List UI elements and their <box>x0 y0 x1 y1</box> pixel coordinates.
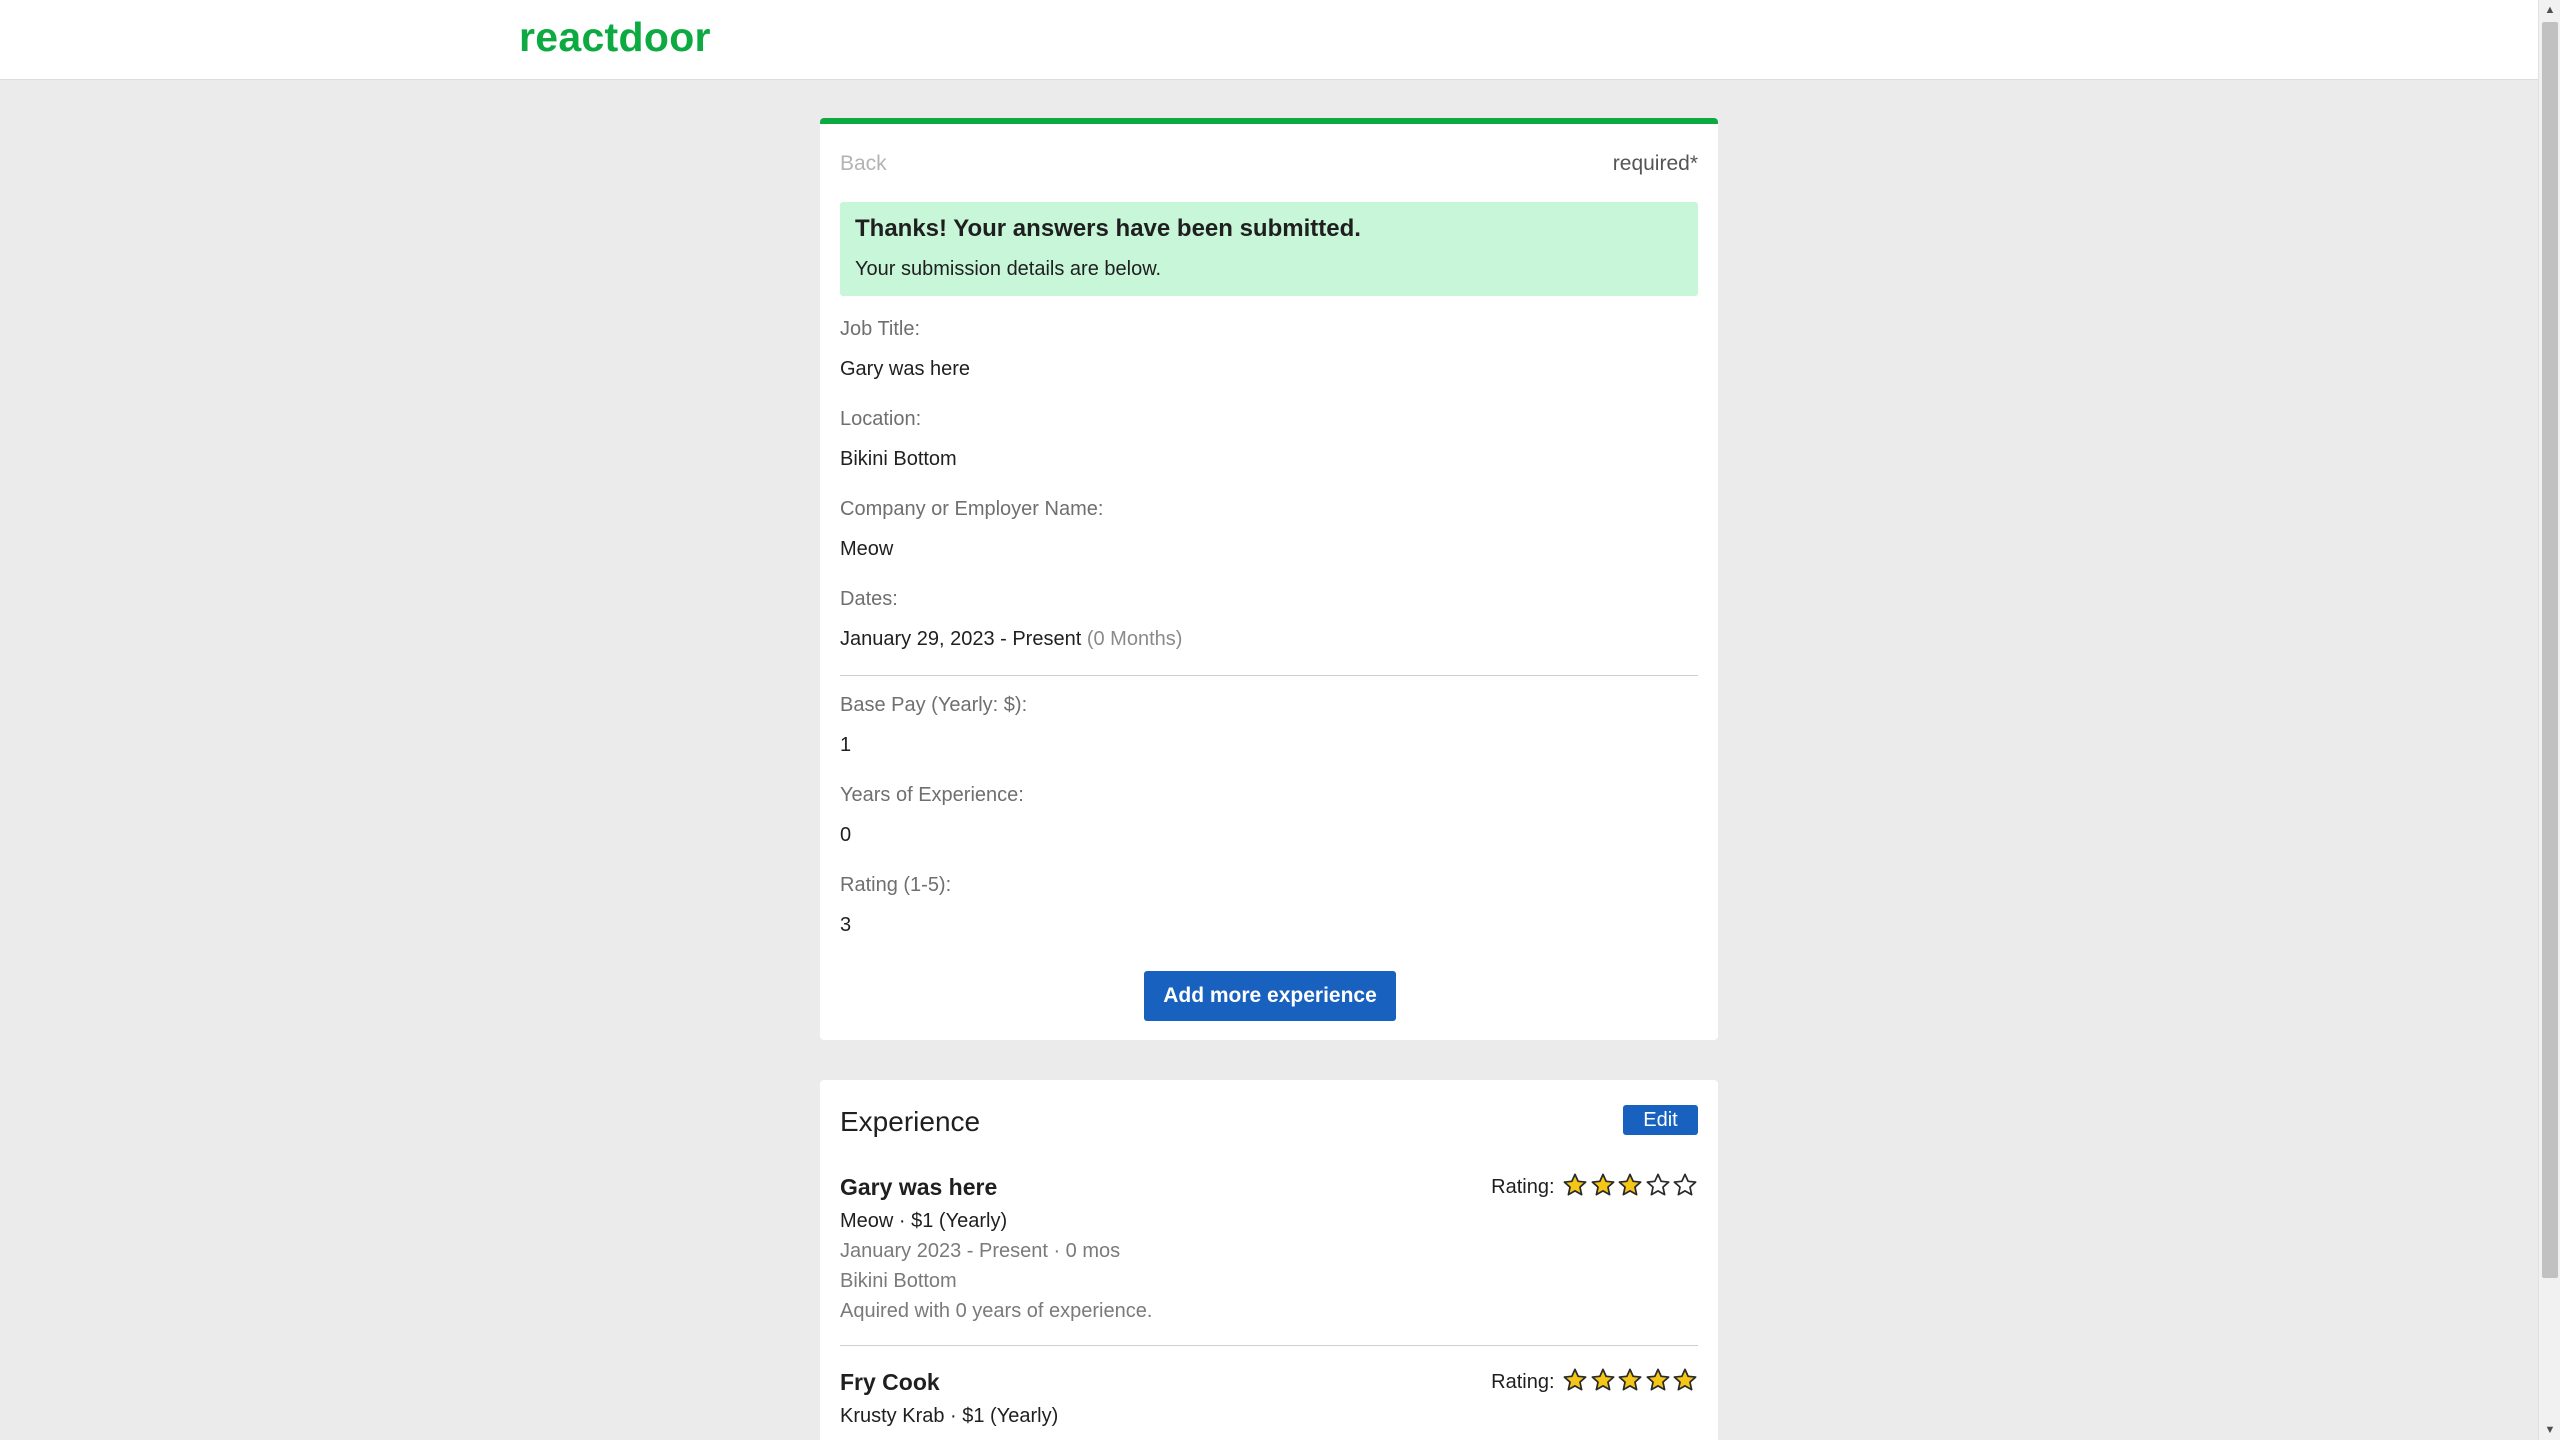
page: reactdoor Back required* Thanks! Your an… <box>0 0 2560 1440</box>
dates-value: January 29, 2023 - Present (0 Months) <box>840 628 1182 651</box>
success-title: Thanks! Your answers have been submitted… <box>855 215 1361 242</box>
experience-item-dates: January 2023 - Present · 0 mos <box>840 1240 1121 1262</box>
star-outline-icon <box>1646 1173 1669 1196</box>
location-label: Location: <box>840 408 922 430</box>
scroll-up-arrow-icon[interactable]: ▲ <box>2539 0 2560 20</box>
experience-item-title: Fry Cook <box>840 1369 940 1395</box>
rating-text: Rating: <box>1491 1371 1555 1393</box>
experience-item-company-pay: Meow · $1 (Yearly) <box>840 1210 1008 1232</box>
star-icon <box>1563 1173 1587 1196</box>
star-icon <box>1591 1173 1614 1196</box>
star-icon <box>1618 1173 1642 1196</box>
experience-heading: Experience <box>840 1106 981 1137</box>
experience-item-years-note: Aquired with 0 years of experience. <box>840 1300 1153 1322</box>
rating-text: Rating: <box>1491 1176 1555 1198</box>
years-experience-value: 0 <box>840 824 852 846</box>
vertical-scrollbar[interactable]: ▲ ▼ <box>2538 0 2560 1440</box>
star-icon <box>1618 1368 1642 1391</box>
scrollbar-thumb[interactable] <box>2542 22 2558 1278</box>
edit-button[interactable]: Edit <box>1623 1105 1698 1135</box>
base-pay-value: 1 <box>840 734 852 756</box>
star-icon <box>1563 1368 1587 1391</box>
experience-item-rating: Rating: <box>1491 1367 1698 1398</box>
experience-item-location: Bikini Bottom <box>840 1270 957 1292</box>
experience-item-company-pay: Krusty Krab · $1 (Yearly) <box>840 1405 1059 1427</box>
dates-range: January 29, 2023 - Present <box>840 628 1082 650</box>
star-icon <box>1673 1368 1697 1391</box>
star-icon <box>1591 1368 1614 1391</box>
submission-card: Back required* Thanks! Your answers have… <box>820 118 1718 1040</box>
company-label: Company or Employer Name: <box>840 498 1104 520</box>
required-note: required* <box>1612 152 1698 175</box>
experience-item-title: Gary was here <box>840 1174 998 1200</box>
base-pay-label: Base Pay (Yearly: $): <box>840 694 1028 716</box>
star-outline-icon <box>1673 1173 1697 1196</box>
rating-value: 3 <box>840 914 852 936</box>
experience-item-rating: Rating: <box>1491 1172 1698 1203</box>
dates-duration: (0 Months) <box>1086 628 1183 650</box>
dates-label: Dates: <box>840 588 898 610</box>
experience-card: Experience Edit Gary was here Rating: Me… <box>820 1080 1718 1440</box>
item-divider <box>840 1345 1698 1346</box>
logo[interactable]: reactdoor <box>519 14 711 61</box>
star-rating <box>1561 1367 1699 1398</box>
years-experience-label: Years of Experience: <box>840 784 1024 806</box>
job-title-label: Job Title: <box>840 318 921 340</box>
section-divider <box>840 675 1698 676</box>
top-navbar: reactdoor <box>0 0 2538 80</box>
star-rating <box>1561 1172 1699 1203</box>
add-more-experience-button[interactable]: Add more experience <box>1144 971 1396 1021</box>
rating-label: Rating (1-5): <box>840 874 952 896</box>
success-alert: Thanks! Your answers have been submitted… <box>840 202 1698 296</box>
company-value: Meow <box>840 538 894 560</box>
job-title-value: Gary was here <box>840 358 971 380</box>
scroll-down-arrow-icon[interactable]: ▼ <box>2539 1420 2560 1440</box>
success-subtitle: Your submission details are below. <box>855 258 1162 280</box>
back-link[interactable]: Back <box>840 152 887 176</box>
location-value: Bikini Bottom <box>840 448 957 470</box>
star-icon <box>1646 1368 1669 1391</box>
